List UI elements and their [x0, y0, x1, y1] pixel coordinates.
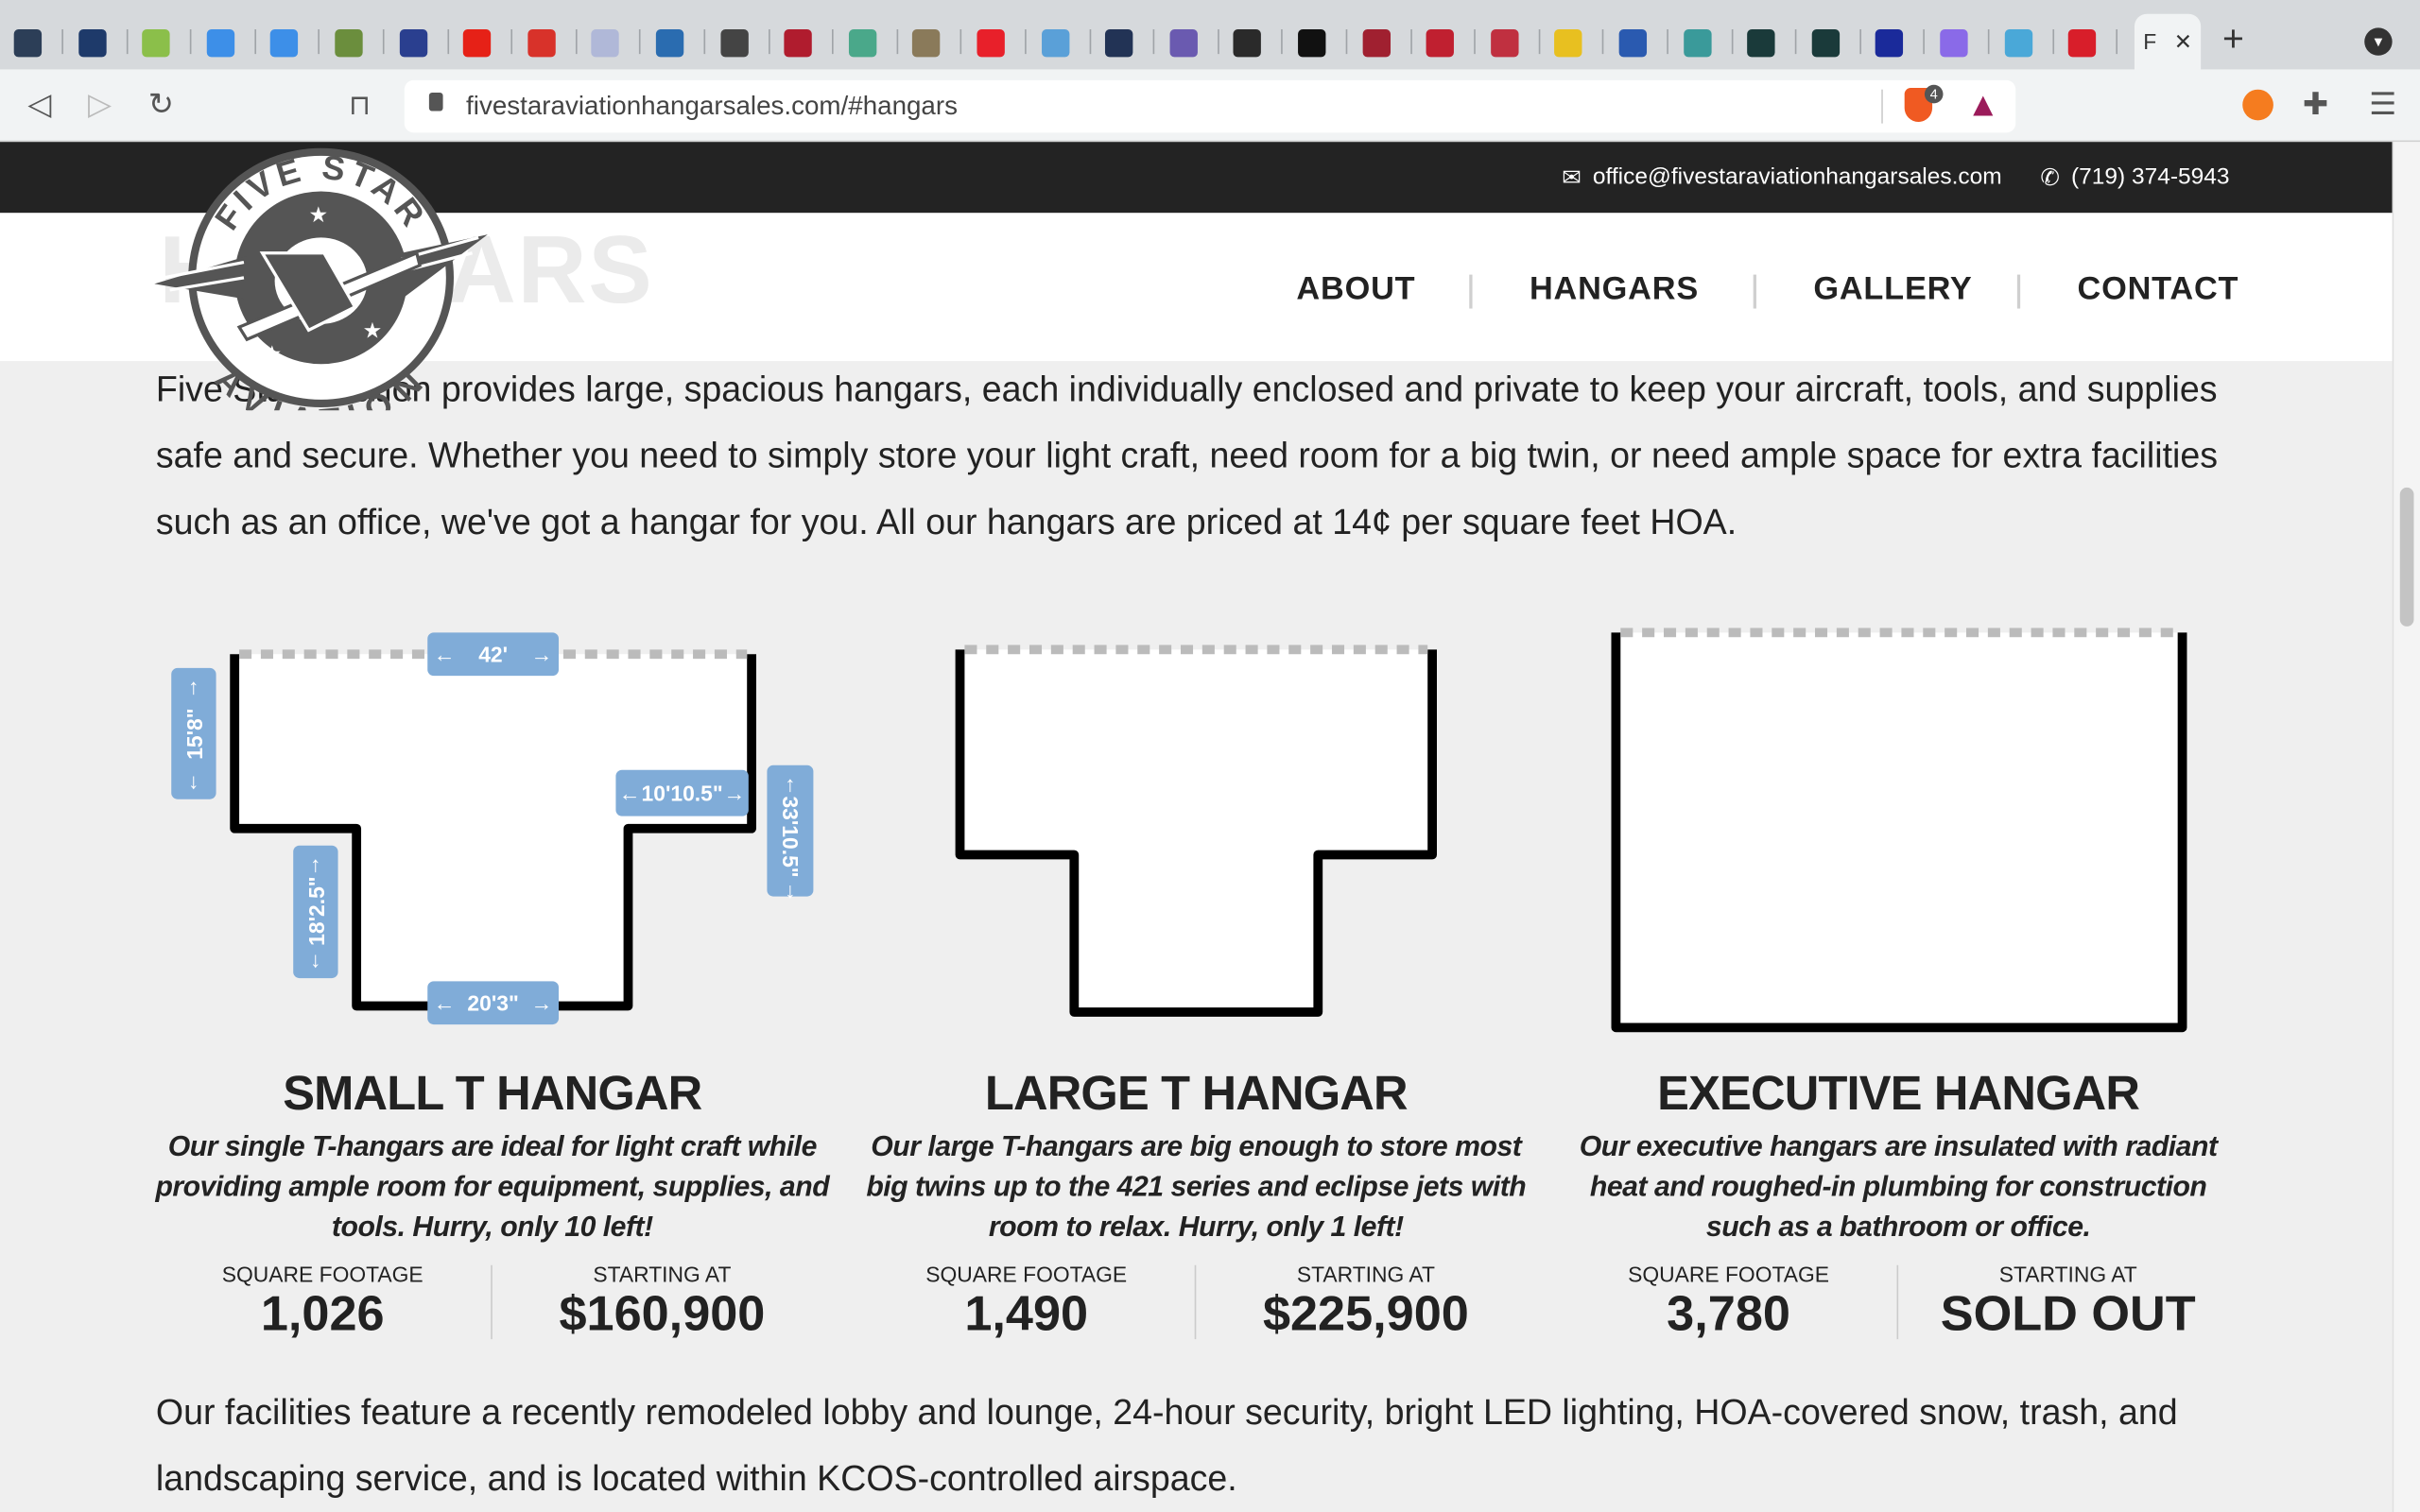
executive-floorplan [1611, 627, 2187, 1033]
scrollbar-thumb[interactable] [2399, 487, 2414, 627]
sqft-label: SQUARE FOOTAGE [221, 1262, 424, 1287]
price-label: STARTING AT [1998, 1262, 2137, 1287]
large-t-floorplan [955, 644, 1437, 1017]
hangar-description: Our executive hangars are insulated with… [1579, 1129, 2218, 1243]
dimension-bottom-label: ← 20'3" → [427, 981, 560, 1025]
hangar-card-large-t: LARGE T HANGAR Our large T-hangars are b… [856, 1065, 1535, 1340]
price-value: $225,900 [1262, 1284, 1469, 1341]
price-value: SOLD OUT [1940, 1284, 2196, 1341]
hangar-title: SMALL T HANGAR [283, 1066, 702, 1121]
price-label: STARTING AT [593, 1262, 732, 1287]
sqft-value: 3,780 [1667, 1284, 1790, 1341]
hangar-title: LARGE T HANGAR [984, 1066, 1409, 1121]
hangar-stats: SQUARE FOOTAGE 3,780 STARTING AT SOLD OUT [1559, 1263, 2238, 1343]
sqft-value: 1,026 [260, 1284, 385, 1341]
dimension-left-label: ↑ 15'8" ↓ [171, 667, 216, 799]
sqft-value: 1,490 [964, 1284, 1089, 1341]
sqft-label: SQUARE FOOTAGE [1628, 1262, 1830, 1287]
dimension-top-label: ← 42' → [427, 632, 560, 677]
hangar-card-executive: EXECUTIVE HANGAR Our executive hangars a… [1559, 1065, 2238, 1340]
dimension-right-label: ↑ 33'10.5" ↓ [767, 765, 814, 902]
hangar-title: EXECUTIVE HANGAR [1657, 1066, 2140, 1121]
hangar-stats: SQUARE FOOTAGE 1,490 STARTING AT $225,900 [856, 1263, 1535, 1343]
hangar-card-small-t: SMALL T HANGAR Our single T-hangars are … [153, 1065, 832, 1340]
price-value: $160,900 [559, 1284, 766, 1341]
hangar-floorplans [230, 627, 2187, 1033]
hangar-description: Our single T-hangars are ideal for light… [155, 1129, 830, 1243]
hangar-description: Our large T-hangars are big enough to st… [866, 1129, 1527, 1243]
hangar-stats: SQUARE FOOTAGE 1,026 STARTING AT $160,900 [153, 1263, 832, 1343]
dimension-stem-label: ↑ 18'2.5" ↓ [293, 845, 338, 979]
sqft-label: SQUARE FOOTAGE [925, 1262, 1128, 1287]
dimension-wing-label: ← 10'10.5" → [615, 769, 749, 816]
facilities-paragraph: Our facilities feature a recently remode… [155, 1391, 2178, 1499]
scrollbar[interactable] [2392, 142, 2420, 1512]
price-label: STARTING AT [1296, 1262, 1435, 1287]
